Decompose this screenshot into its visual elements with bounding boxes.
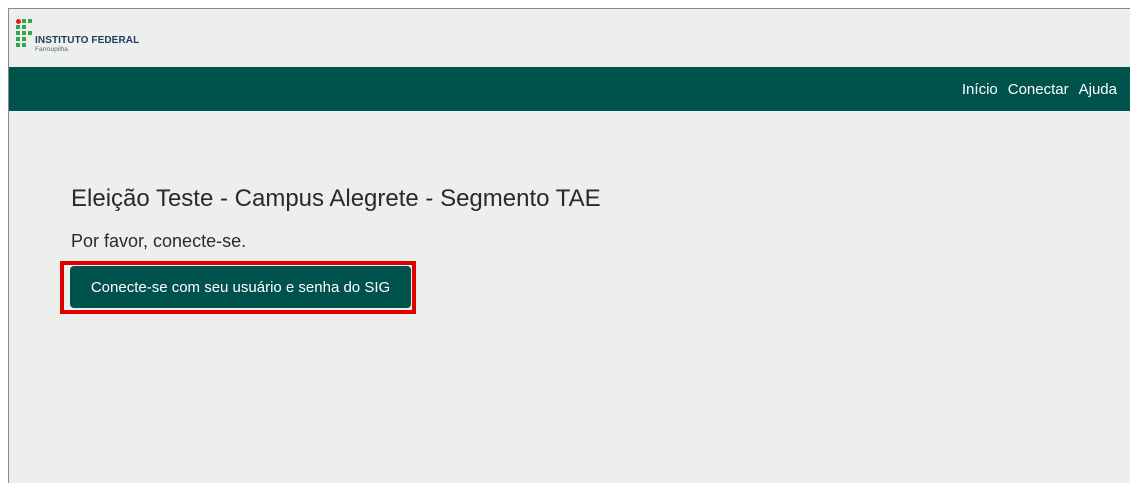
navbar: Início Conectar Ajuda bbox=[9, 67, 1130, 111]
logo-text: INSTITUTO FEDERAL Farroupilha bbox=[35, 36, 139, 54]
logo-mark-icon bbox=[16, 19, 33, 50]
header: INSTITUTO FEDERAL Farroupilha bbox=[9, 9, 1130, 67]
nav-item-conectar[interactable]: Conectar bbox=[1008, 81, 1069, 98]
nav-item-inicio[interactable]: Início bbox=[962, 81, 998, 98]
page-title: Eleição Teste - Campus Alegrete - Segmen… bbox=[71, 185, 601, 212]
app-window: INSTITUTO FEDERAL Farroupilha Início Con… bbox=[8, 8, 1130, 483]
main-content: Eleição Teste - Campus Alegrete - Segmen… bbox=[71, 185, 601, 252]
institution-logo[interactable]: INSTITUTO FEDERAL Farroupilha bbox=[16, 19, 139, 54]
logo-subtitle: Farroupilha bbox=[35, 46, 68, 53]
logo-title: INSTITUTO FEDERAL bbox=[35, 35, 140, 46]
sig-login-button[interactable]: Conecte-se com seu usuário e senha do SI… bbox=[70, 266, 411, 308]
login-prompt: Por favor, conecte-se. bbox=[71, 231, 247, 251]
nav-links: Início Conectar Ajuda bbox=[962, 67, 1117, 111]
nav-item-ajuda[interactable]: Ajuda bbox=[1079, 81, 1117, 98]
